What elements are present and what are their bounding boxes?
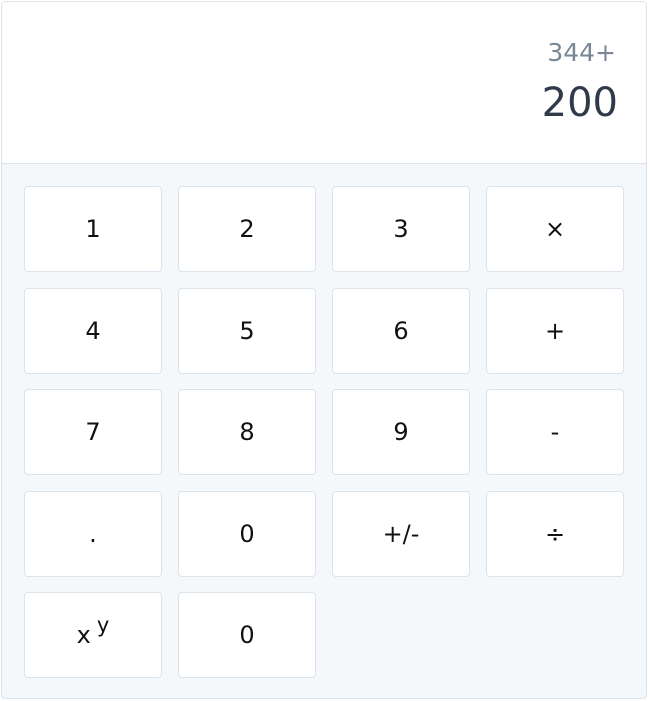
key-5[interactable]: 5 bbox=[178, 288, 316, 374]
power-key[interactable]: xy bbox=[24, 592, 162, 678]
plus-key[interactable]: + bbox=[486, 288, 624, 374]
power-key-exponent: y bbox=[96, 613, 110, 637]
calculator: 344+ 200 1 2 3 × 4 5 6 + 7 8 9 - . 0 +/-… bbox=[1, 1, 647, 699]
negate-key[interactable]: +/- bbox=[332, 491, 470, 577]
decimal-key[interactable]: . bbox=[24, 491, 162, 577]
keypad: 1 2 3 × 4 5 6 + 7 8 9 - . 0 +/- ÷ xy 0 bbox=[2, 164, 646, 698]
key-4[interactable]: 4 bbox=[24, 288, 162, 374]
key-7[interactable]: 7 bbox=[24, 389, 162, 475]
key-2[interactable]: 2 bbox=[178, 186, 316, 272]
key-1[interactable]: 1 bbox=[24, 186, 162, 272]
key-0[interactable]: 0 bbox=[178, 491, 316, 577]
multiply-key[interactable]: × bbox=[486, 186, 624, 272]
key-3[interactable]: 3 bbox=[332, 186, 470, 272]
display-panel: 344+ 200 bbox=[2, 2, 646, 164]
minus-key[interactable]: - bbox=[486, 389, 624, 475]
divide-key[interactable]: ÷ bbox=[486, 491, 624, 577]
key-6[interactable]: 6 bbox=[332, 288, 470, 374]
key-0-second[interactable]: 0 bbox=[178, 592, 316, 678]
key-8[interactable]: 8 bbox=[178, 389, 316, 475]
power-key-base: x bbox=[76, 621, 91, 649]
result-display: 200 bbox=[541, 80, 618, 126]
expression-display: 344+ bbox=[547, 38, 616, 67]
key-9[interactable]: 9 bbox=[332, 389, 470, 475]
